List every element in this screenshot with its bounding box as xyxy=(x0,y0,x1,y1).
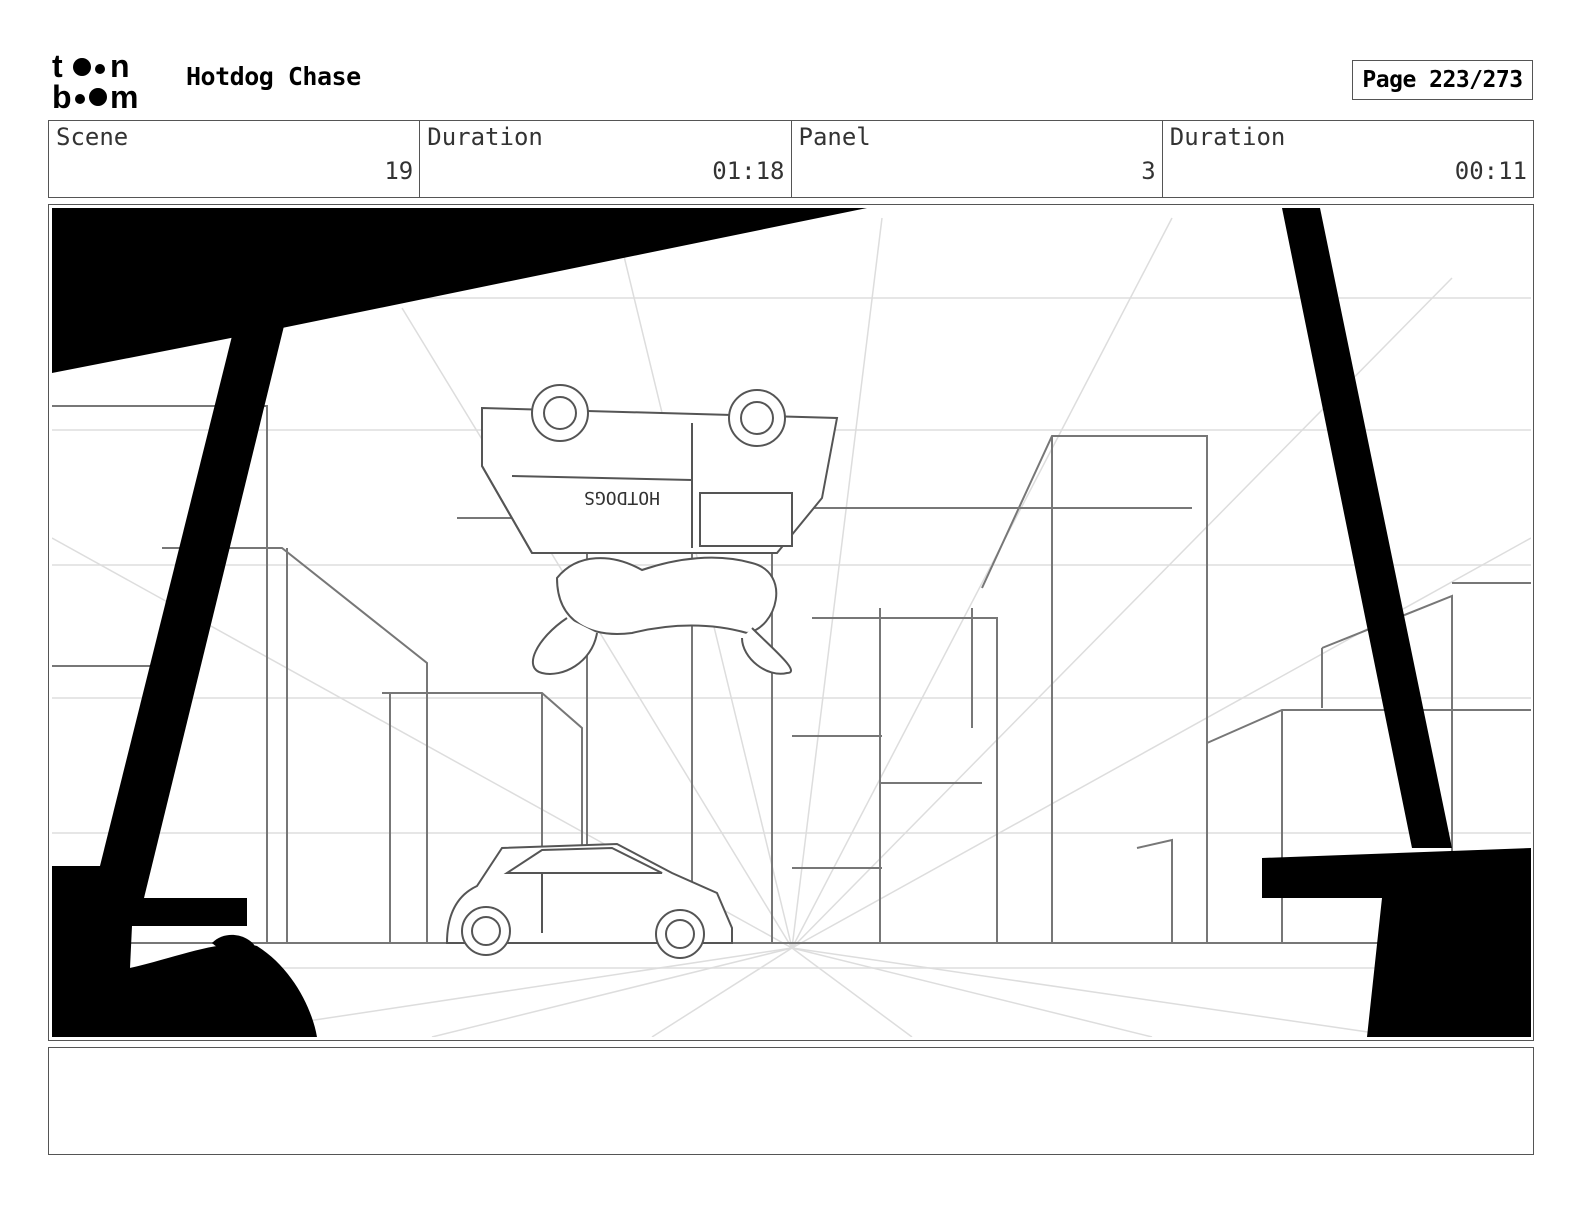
scene-cell: Scene 19 xyxy=(49,121,421,197)
project-title: Hotdog Chase xyxy=(186,62,361,91)
scene-duration-value: 01:18 xyxy=(712,157,785,185)
notes-box xyxy=(48,1047,1534,1155)
panel-value: 3 xyxy=(1141,157,1156,185)
svg-text:b: b xyxy=(52,79,72,112)
page-number: Page 223/273 xyxy=(1352,60,1533,100)
scene-value: 19 xyxy=(384,157,414,185)
scene-duration-cell: Duration 01:18 xyxy=(420,121,792,197)
scene-label: Scene xyxy=(56,123,129,151)
storyboard-drawing: HOTDOGS xyxy=(52,208,1531,1037)
toon-boom-logo: t n b m xyxy=(52,50,138,112)
panel-duration-label: Duration xyxy=(1169,123,1286,151)
panel-duration-value: 00:11 xyxy=(1454,157,1527,185)
scene-duration-label: Duration xyxy=(427,123,543,151)
svg-text:m: m xyxy=(110,79,138,112)
panel-info-row: Scene 19 Duration 01:18 Panel 3 Duration… xyxy=(48,120,1534,198)
truck-sign: HOTDOGS xyxy=(584,487,660,508)
panel-label: Panel xyxy=(798,123,871,151)
panel-duration-cell: Duration 00:11 xyxy=(1163,121,1533,197)
panel-cell: Panel 3 xyxy=(792,121,1163,197)
